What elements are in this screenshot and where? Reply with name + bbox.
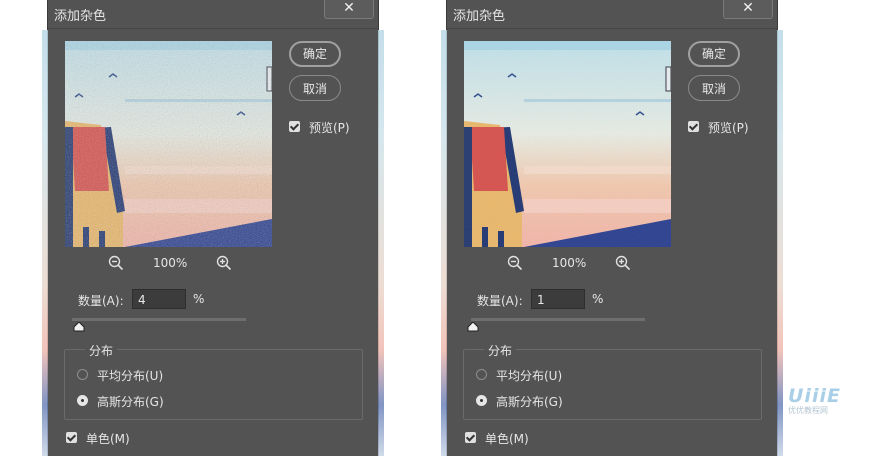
dialog-titlebar[interactable]: 添加杂色 ✕ [48,0,378,29]
zoom-level: 100% [552,256,587,270]
monochromatic-checkbox[interactable] [465,432,476,443]
distribution-legend: 分布 [484,342,517,359]
amount-label: 数量(A): [78,294,124,308]
preview-scene [65,41,272,247]
monochromatic-label: 单色(M) [485,432,529,446]
zoom-in-icon[interactable] [216,255,232,271]
gaussian-radio[interactable] [476,395,487,406]
close-button[interactable]: ✕ [723,0,773,19]
cancel-button[interactable]: 取消 [289,75,341,101]
site-watermark: UiiiE 优优教程网 [788,385,841,416]
preview-scene [464,41,671,247]
background-edge-right [378,30,384,456]
dialog-titlebar[interactable]: 添加杂色 ✕ [447,0,777,29]
amount-slider-thumb[interactable] [73,322,85,332]
amount-unit: % [592,292,604,306]
background-edge-right [777,30,783,456]
preview-checkbox[interactable] [688,121,699,132]
monochromatic-checkbox[interactable] [66,432,77,443]
amount-input[interactable]: 4 [132,289,186,309]
uniform-radio[interactable] [476,369,487,380]
watermark-logo: UiiiE [788,385,841,407]
preview-checkbox[interactable] [289,121,300,132]
amount-slider-track[interactable] [72,318,246,321]
close-button[interactable]: ✕ [324,0,374,19]
zoom-level: 100% [153,256,188,270]
gaussian-label: 高斯分布(G) [97,395,164,409]
amount-input[interactable]: 1 [531,289,585,309]
ok-button[interactable]: 确定 [289,41,341,67]
distribution-group: 分布 平均分布(U) 高斯分布(G) [64,342,363,420]
add-noise-dialog: 添加杂色 ✕ [42,0,384,456]
dialog-title: 添加杂色 [54,9,107,24]
ok-button[interactable]: 确定 [688,41,740,67]
uniform-label: 平均分布(U) [97,369,164,383]
zoom-out-icon[interactable] [507,255,523,271]
add-noise-dialog: 添加杂色 ✕ [441,0,783,456]
distribution-group: 分布 平均分布(U) 高斯分布(G) [463,342,762,420]
background-edge-left [441,30,447,456]
preview-label: 预览(P) [309,121,350,135]
cancel-button[interactable]: 取消 [688,75,740,101]
background-edge-left [42,30,48,456]
uniform-radio[interactable] [77,369,88,380]
monochromatic-label: 单色(M) [86,432,130,446]
gaussian-radio[interactable] [77,395,88,406]
amount-slider-thumb[interactable] [467,322,479,332]
amount-slider-track[interactable] [471,318,645,321]
distribution-legend: 分布 [85,342,118,359]
zoom-in-icon[interactable] [615,255,631,271]
uniform-label: 平均分布(U) [496,369,563,383]
amount-label: 数量(A): [477,294,523,308]
preview-image[interactable] [464,41,671,247]
zoom-out-icon[interactable] [108,255,124,271]
preview-image[interactable] [65,41,272,247]
dialog-title: 添加杂色 [453,9,506,24]
gaussian-label: 高斯分布(G) [496,395,563,409]
preview-label: 预览(P) [708,121,749,135]
amount-unit: % [193,292,205,306]
